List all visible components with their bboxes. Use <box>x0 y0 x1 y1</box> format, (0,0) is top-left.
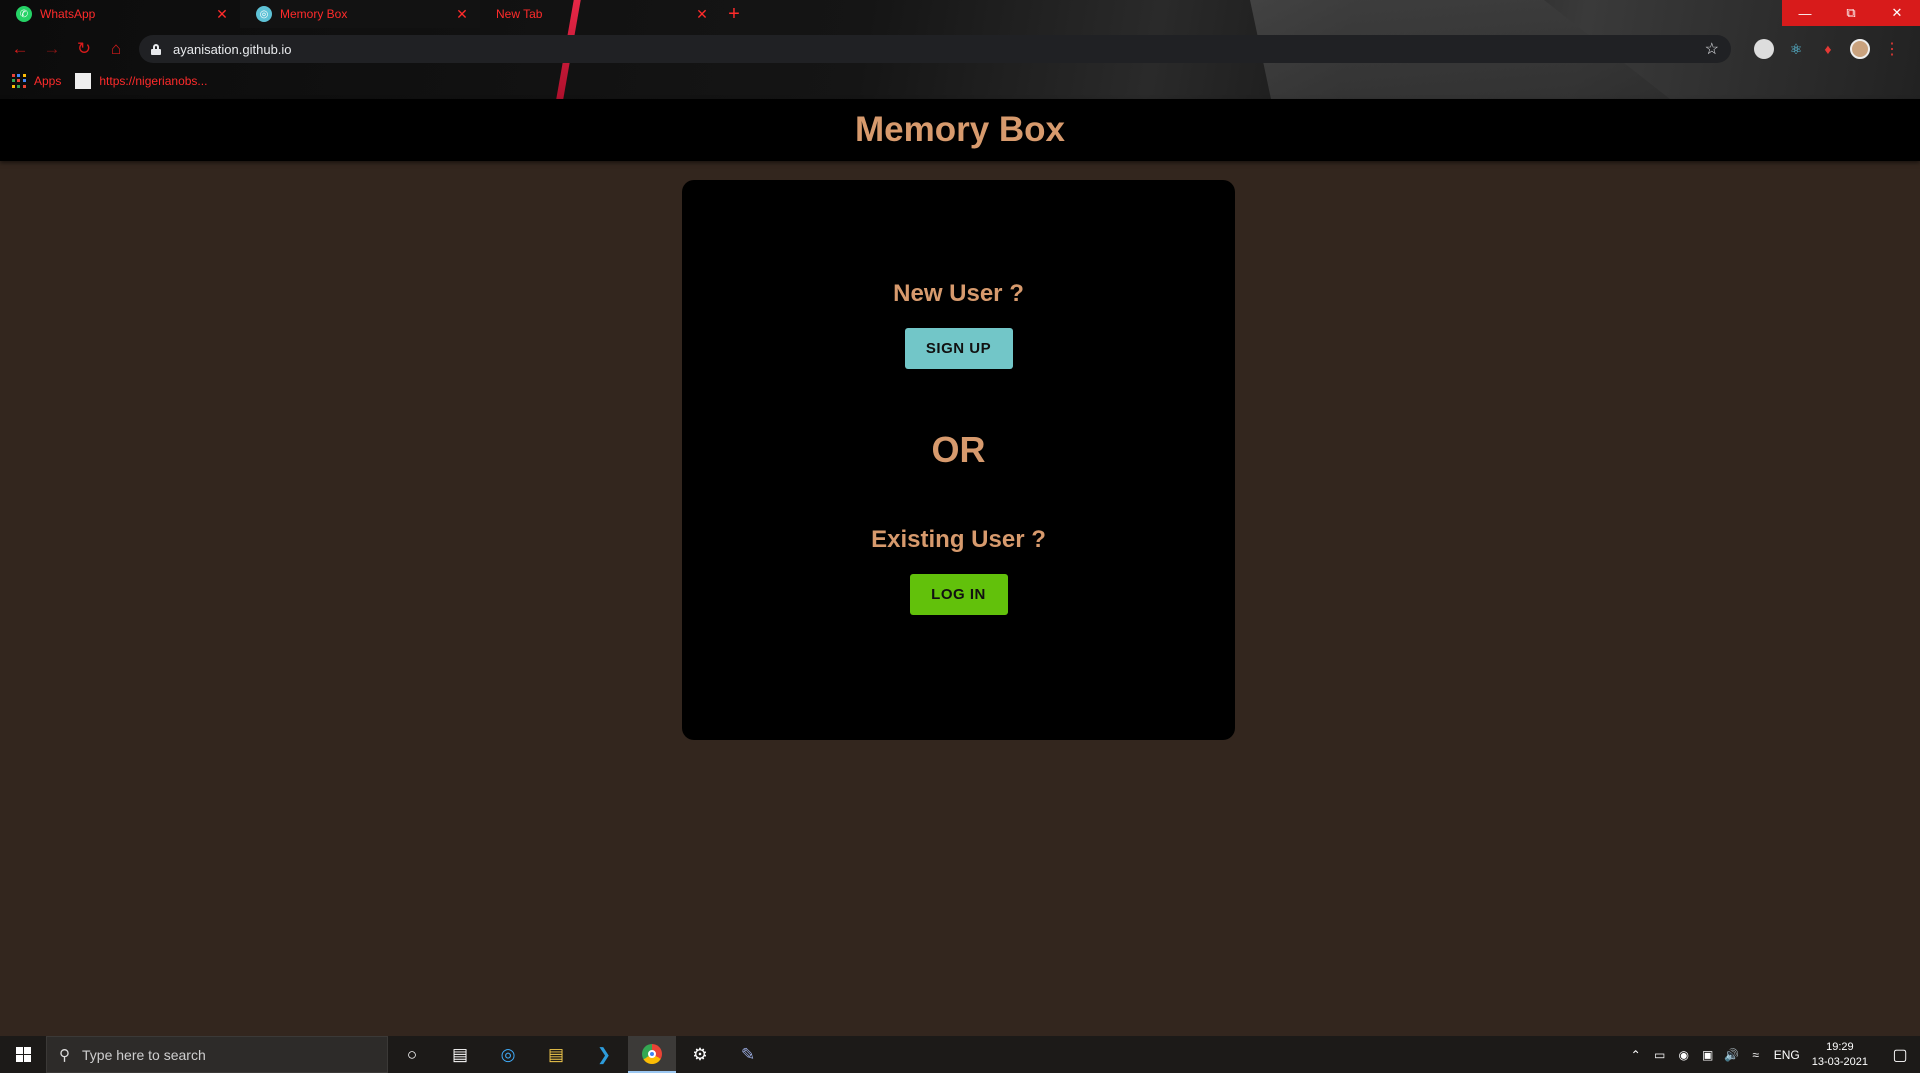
chevron-up-icon[interactable]: ⌃ <box>1624 1048 1648 1062</box>
task-view-icon[interactable]: ▤ <box>436 1036 484 1073</box>
search-placeholder: Type here to search <box>82 1046 206 1063</box>
camera-icon[interactable]: ◉ <box>1672 1048 1696 1062</box>
taskbar-search-box[interactable]: ⚲ Type here to search <box>46 1036 388 1073</box>
volume-icon[interactable]: 🔊 <box>1720 1048 1744 1062</box>
close-icon[interactable]: ✕ <box>454 6 470 23</box>
globe-icon: ◎ <box>256 6 272 22</box>
tab-memory-box[interactable]: ◎ Memory Box ✕ <box>240 0 480 28</box>
log-in-button[interactable]: LOG IN <box>909 574 1008 615</box>
or-divider-text: OR <box>931 429 986 470</box>
new-user-heading: New User ? <box>893 280 1024 307</box>
edge-icon[interactable]: ◎ <box>484 1036 532 1073</box>
apps-grid-icon <box>12 74 26 88</box>
battery-icon[interactable]: ▭ <box>1648 1048 1672 1062</box>
existing-user-heading: Existing User ? <box>871 526 1046 553</box>
puzzle-icon[interactable]: ♦ <box>1818 39 1838 59</box>
app-header: Memory Box <box>0 99 1920 161</box>
browser-chrome: ✆ WhatsApp ✕ ◎ Memory Box ✕ New Tab ✕ + … <box>0 0 1920 99</box>
favicon-icon <box>75 73 92 89</box>
cortana-icon[interactable]: ○ <box>388 1036 436 1073</box>
display-icon[interactable]: ▣ <box>1696 1048 1720 1062</box>
tab-new-tab[interactable]: New Tab ✕ <box>480 0 720 28</box>
wifi-icon[interactable]: ≈ <box>1744 1048 1768 1062</box>
extensions-area: ⚛ ♦ ⋮ <box>1754 35 1902 63</box>
tab-title: WhatsApp <box>40 7 96 21</box>
new-tab-button[interactable]: + <box>720 0 748 28</box>
bookmark-star-icon[interactable]: ☆ <box>1705 39 1719 59</box>
page-content: Memory Box New User ? SIGN UP OR Existin… <box>0 99 1920 1036</box>
windows-logo-icon <box>15 1047 31 1062</box>
search-icon: ⚲ <box>59 1046 70 1064</box>
reload-icon[interactable]: ↻ <box>68 34 100 64</box>
clock[interactable]: 19:29 13-03-2021 <box>1812 1040 1868 1070</box>
close-icon[interactable]: ✕ <box>214 6 230 23</box>
page-title: Memory Box <box>854 110 1066 149</box>
browser-toolbar: ← → ↻ ⌂ ayanisation.github.io ☆ ⚛ ♦ ⋮ <box>0 34 1920 64</box>
notification-icon[interactable]: ▢ <box>1880 1036 1920 1073</box>
bookmark-apps[interactable]: Apps <box>12 74 61 88</box>
url-text: ayanisation.github.io <box>173 41 292 57</box>
clock-time: 19:29 <box>1826 1040 1854 1053</box>
windows-taskbar: ⚲ Type here to search ○ ▤ ◎ ▤ ❯ ⚙ ✎ ⌃ ▭ … <box>0 1036 1920 1073</box>
sign-up-button[interactable]: SIGN UP <box>904 328 1013 369</box>
chrome-icon[interactable] <box>628 1036 676 1073</box>
extension-icon[interactable] <box>1754 39 1774 59</box>
auth-card: New User ? SIGN UP OR Existing User ? LO… <box>682 180 1235 740</box>
avatar[interactable] <box>1850 39 1870 59</box>
restore-icon[interactable]: ⧉ <box>1828 0 1874 26</box>
close-window-icon[interactable]: ✕ <box>1874 0 1920 26</box>
language-indicator[interactable]: ENG <box>1774 1048 1800 1062</box>
bookmark-label: https://nigerianobs... <box>99 74 208 88</box>
paint-icon[interactable]: ✎ <box>724 1036 772 1073</box>
tab-whatsapp[interactable]: ✆ WhatsApp ✕ <box>0 0 240 28</box>
bookmark-label: Apps <box>34 74 62 88</box>
whatsapp-icon: ✆ <box>16 6 32 22</box>
system-tray: ⌃ ▭ ◉ ▣ 🔊 ≈ ENG 19:29 13-03-2021 ▢ <box>1624 1036 1920 1073</box>
bookmark-nigerianobs[interactable]: https://nigerianobs... <box>75 73 207 89</box>
start-button[interactable] <box>0 1036 46 1073</box>
tab-strip: ✆ WhatsApp ✕ ◎ Memory Box ✕ New Tab ✕ + <box>0 0 748 28</box>
bookmarks-bar: Apps https://nigerianobs... <box>0 70 221 92</box>
home-icon[interactable]: ⌂ <box>100 34 132 64</box>
clock-date: 13-03-2021 <box>1811 1055 1868 1068</box>
tab-title: Memory Box <box>280 7 348 21</box>
address-bar[interactable]: ayanisation.github.io ☆ <box>139 35 1731 63</box>
forward-arrow-icon[interactable]: → <box>36 34 68 64</box>
close-icon[interactable]: ✕ <box>694 6 710 23</box>
vscode-icon[interactable]: ❯ <box>580 1036 628 1073</box>
file-explorer-icon[interactable]: ▤ <box>532 1036 580 1073</box>
minimize-icon[interactable]: — <box>1782 0 1828 26</box>
settings-gear-icon[interactable]: ⚙ <box>676 1036 724 1073</box>
kebab-menu-icon[interactable]: ⋮ <box>1882 39 1902 59</box>
window-controls: — ⧉ ✕ <box>1782 0 1920 26</box>
tab-title: New Tab <box>496 7 543 21</box>
react-devtools-icon[interactable]: ⚛ <box>1786 39 1806 59</box>
back-arrow-icon[interactable]: ← <box>4 34 36 64</box>
lock-icon <box>151 43 161 55</box>
